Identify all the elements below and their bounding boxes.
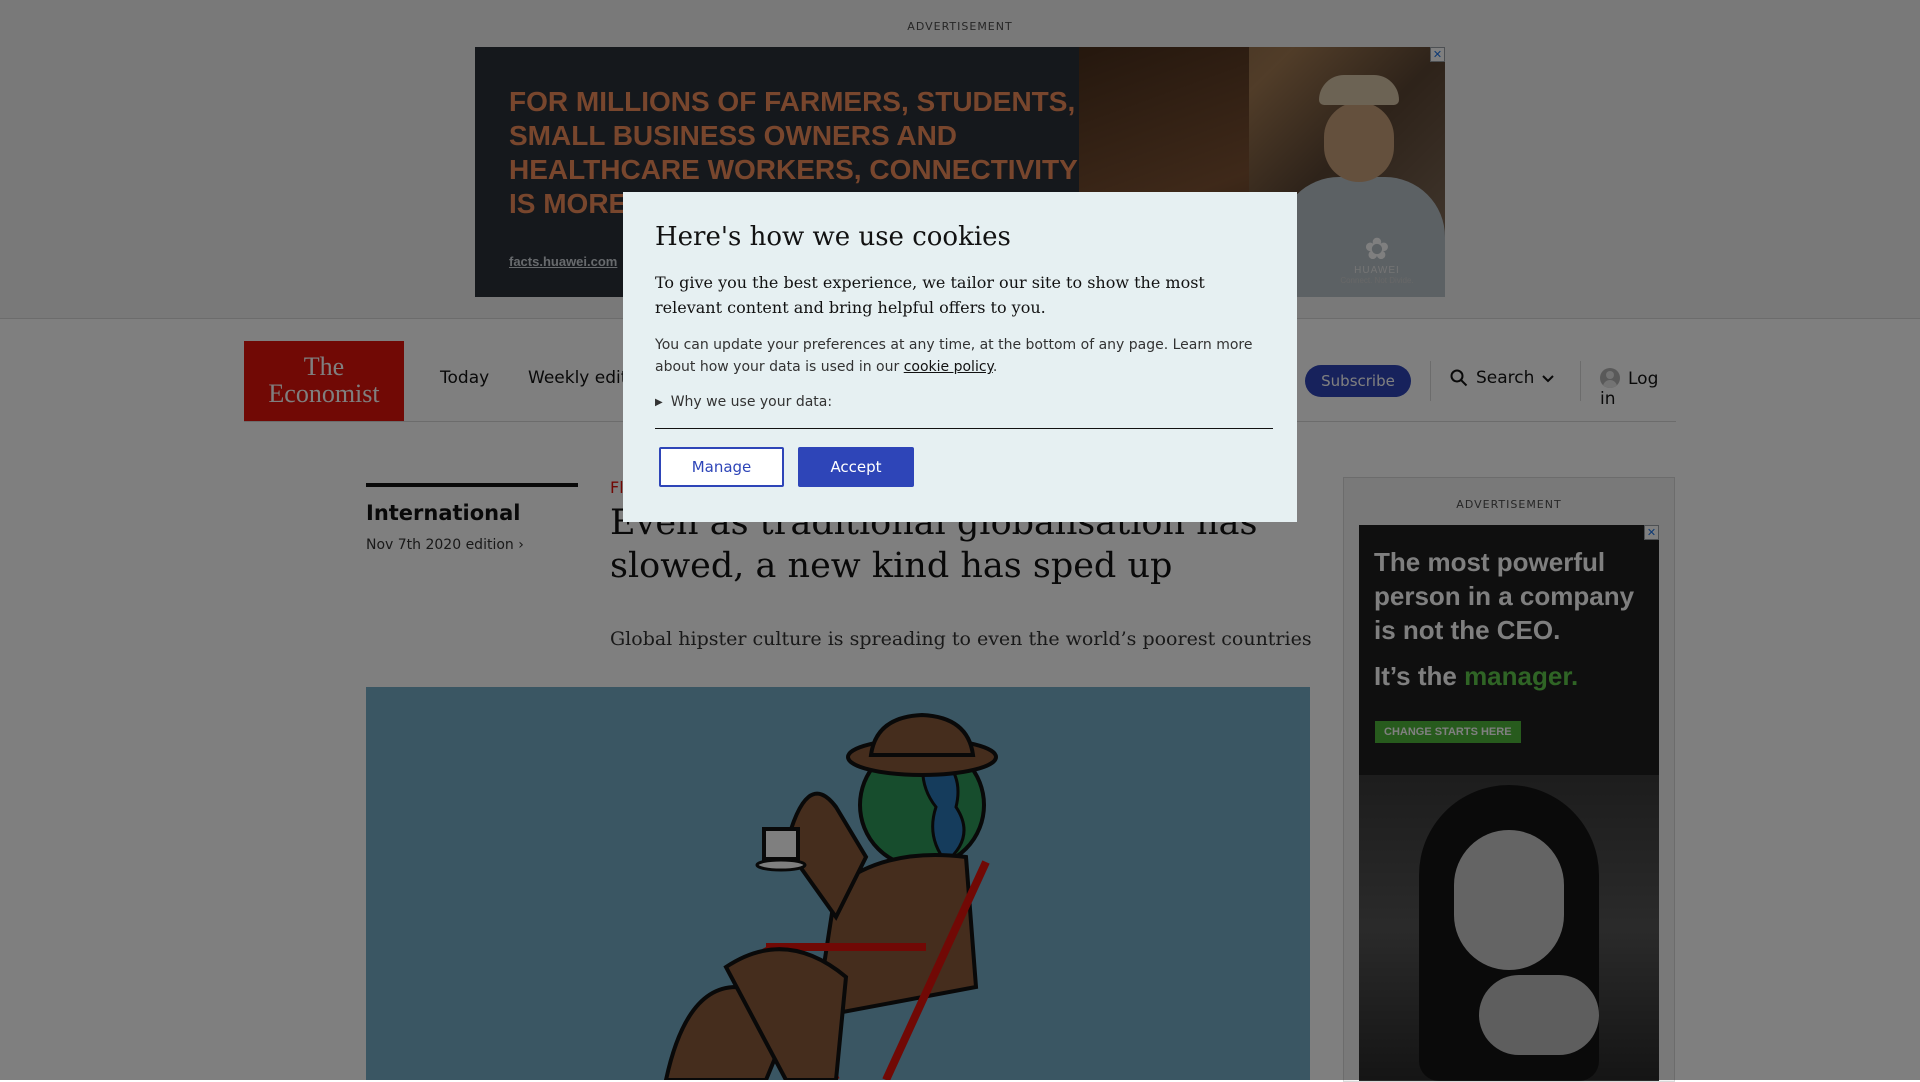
cookie-consent-dialog: Here's how we use cookies To give you th… xyxy=(623,192,1297,522)
manage-cookies-button[interactable]: Manage xyxy=(659,447,784,487)
cookie-intro-text: To give you the best experience, we tail… xyxy=(655,273,1205,317)
cookie-body-text: You can update your preferences at any t… xyxy=(655,337,1253,375)
disclosure-triangle-icon: ▶ xyxy=(655,397,663,408)
cookie-buttons: Manage Accept xyxy=(659,447,1273,487)
cookie-dialog-title: Here's how we use cookies xyxy=(655,222,1011,252)
modal-overlay xyxy=(0,0,1920,1080)
why-we-use-data-disclosure[interactable]: ▶ Why we use your data: xyxy=(655,394,1273,429)
accept-cookies-button[interactable]: Accept xyxy=(798,447,914,487)
cookie-policy-link[interactable]: cookie policy xyxy=(904,359,993,375)
